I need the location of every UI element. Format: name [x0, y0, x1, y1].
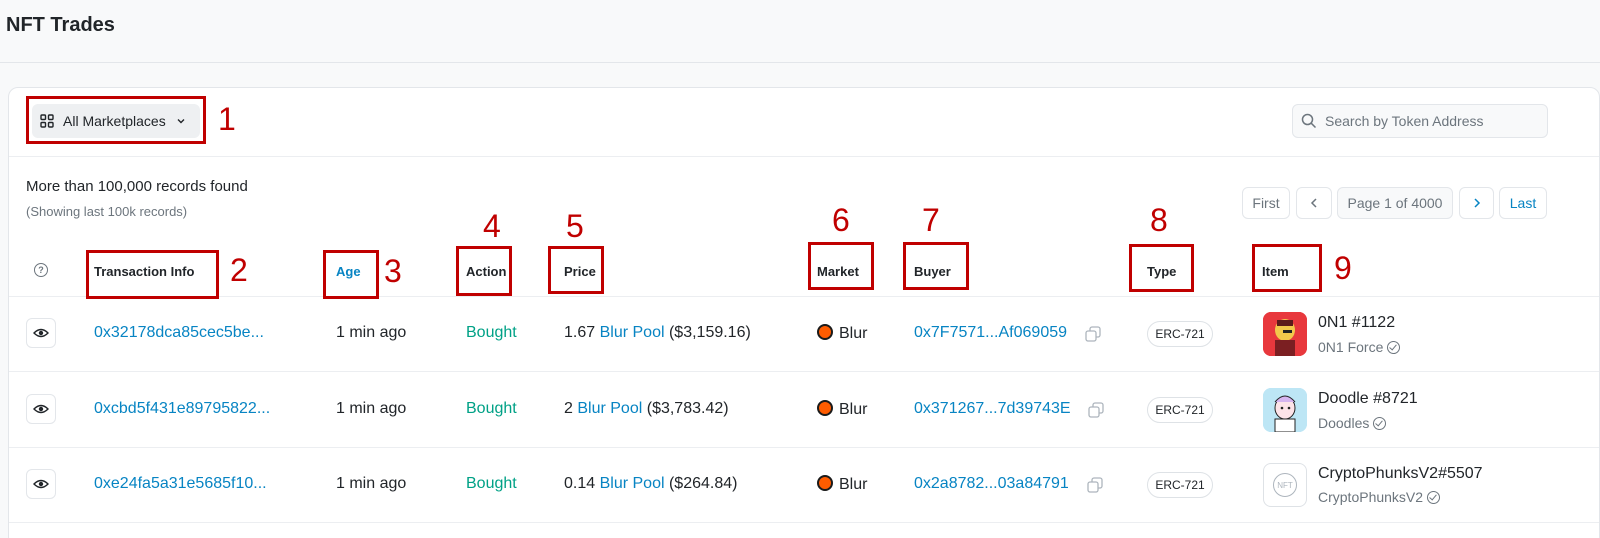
next-page-button[interactable] — [1459, 187, 1494, 219]
item-collection[interactable]: 0N1 Force — [1318, 339, 1401, 355]
price-amount: 2 — [564, 400, 573, 417]
collection-label: Doodles — [1318, 415, 1370, 431]
price-amount: 0.14 — [564, 475, 596, 492]
price-value: 0.14 Blur Pool ($264.84) — [564, 475, 737, 493]
price-value: 2 Blur Pool ($3,783.42) — [564, 400, 729, 418]
item-collection[interactable]: Doodles — [1318, 415, 1387, 431]
chevron-left-icon — [1310, 198, 1317, 208]
annotation-box-8 — [1129, 244, 1194, 292]
annotation-box-2 — [86, 250, 219, 299]
copy-icon[interactable] — [1088, 402, 1104, 418]
annotation-box-6 — [808, 242, 874, 290]
annotation-box-1 — [26, 96, 206, 144]
help-circle-icon[interactable]: ? — [34, 263, 48, 277]
market-label: Blur — [839, 401, 868, 418]
price-token-link[interactable]: Blur Pool — [600, 324, 665, 341]
action-value: Bought — [466, 324, 517, 341]
token-search-box — [1292, 104, 1548, 138]
item-thumbnail[interactable] — [1263, 312, 1307, 356]
item-name-link[interactable]: CryptoPhunksV2#5507 — [1318, 465, 1483, 483]
buyer-address-link[interactable]: 0x7F7571...Af069059 — [914, 324, 1067, 342]
item-thumbnail[interactable]: NFT — [1263, 463, 1307, 507]
action-value: Bought — [466, 400, 517, 417]
prev-page-button[interactable] — [1296, 187, 1332, 219]
row-divider — [9, 522, 1599, 523]
item-name-link[interactable]: 0N1 #1122 — [1318, 314, 1395, 332]
eye-icon — [33, 479, 49, 489]
price-value: 1.67 Blur Pool ($3,159.16) — [564, 324, 751, 342]
type-badge: ERC-721 — [1147, 472, 1213, 498]
age-value: 1 min ago — [336, 400, 407, 417]
buyer-address-link[interactable]: 0x371267...7d39743E — [914, 400, 1071, 418]
type-badge: ERC-721 — [1147, 397, 1213, 423]
price-token-link[interactable]: Blur Pool — [577, 400, 642, 417]
annotation-box-9 — [1252, 244, 1322, 292]
txn-hash-link[interactable]: 0xcbd5f431e89795822... — [94, 400, 270, 418]
collection-label: CryptoPhunksV2 — [1318, 489, 1424, 505]
txn-hash-link[interactable]: 0xe24fa5a31e5685f10... — [94, 475, 267, 493]
records-note: (Showing last 100k records) — [26, 204, 188, 219]
verified-check-icon — [1427, 491, 1441, 504]
row-divider — [9, 371, 1599, 372]
copy-icon[interactable] — [1087, 477, 1103, 493]
blur-market-icon — [817, 400, 833, 416]
item-thumbnail[interactable] — [1263, 388, 1307, 432]
market-value: Blur — [817, 400, 867, 419]
annotation-box-4 — [456, 246, 512, 296]
view-txn-button[interactable] — [26, 318, 56, 348]
age-value: 1 min ago — [336, 324, 407, 341]
price-amount: 1.67 — [564, 324, 596, 341]
annotation-label-6: 6 — [832, 202, 850, 238]
row-divider — [9, 447, 1599, 448]
page-title: NFT Trades — [6, 14, 115, 36]
title-divider — [0, 62, 1600, 63]
price-usd: ($3,783.42) — [646, 400, 729, 417]
price-usd: ($3,159.16) — [668, 324, 751, 341]
market-label: Blur — [839, 476, 868, 493]
market-label: Blur — [839, 325, 868, 342]
verified-check-icon — [1387, 341, 1401, 354]
annotation-label-1: 1 — [218, 101, 236, 137]
copy-icon[interactable] — [1085, 326, 1101, 342]
item-name-link[interactable]: Doodle #8721 — [1318, 390, 1418, 408]
collection-label: 0N1 Force — [1318, 339, 1384, 355]
row-divider — [9, 296, 1599, 297]
annotation-label-2: 2 — [230, 252, 248, 288]
card-divider — [9, 156, 1599, 157]
annotation-label-4: 4 — [483, 208, 501, 244]
eye-icon — [33, 404, 49, 414]
action-value: Bought — [466, 475, 517, 492]
annotation-label-7: 7 — [922, 202, 940, 238]
page-indicator: Page 1 of 4000 — [1337, 187, 1453, 219]
annotation-label-9: 9 — [1334, 250, 1352, 286]
price-token-link[interactable]: Blur Pool — [600, 475, 665, 492]
age-value: 1 min ago — [336, 475, 407, 492]
view-txn-button[interactable] — [26, 394, 56, 424]
nft-placeholder-icon: NFT — [1273, 473, 1297, 497]
view-txn-button[interactable] — [26, 469, 56, 499]
annotation-box-7 — [903, 242, 969, 290]
market-value: Blur — [817, 324, 867, 343]
first-page-button[interactable]: First — [1242, 187, 1290, 219]
annotation-box-3 — [323, 250, 379, 299]
item-collection[interactable]: CryptoPhunksV2 — [1318, 489, 1441, 505]
verified-check-icon — [1373, 417, 1387, 430]
token-address-search-input[interactable] — [1325, 113, 1535, 129]
annotation-box-5 — [548, 246, 604, 294]
price-usd: ($264.84) — [668, 475, 738, 492]
annotation-label-5: 5 — [566, 208, 584, 244]
search-icon — [1301, 113, 1317, 129]
annotation-label-8: 8 — [1150, 202, 1168, 238]
buyer-address-link[interactable]: 0x2a8782...03a84791 — [914, 475, 1069, 493]
type-badge: ERC-721 — [1147, 321, 1213, 347]
annotation-label-3: 3 — [384, 253, 402, 289]
blur-market-icon — [817, 475, 833, 491]
eye-icon — [33, 328, 49, 338]
txn-hash-link[interactable]: 0x32178dca85cec5be... — [94, 324, 264, 342]
records-count: More than 100,000 records found — [26, 178, 248, 195]
market-value: Blur — [817, 475, 867, 494]
last-page-button[interactable]: Last — [1499, 187, 1547, 219]
blur-market-icon — [817, 324, 833, 340]
chevron-right-icon — [1473, 198, 1480, 208]
